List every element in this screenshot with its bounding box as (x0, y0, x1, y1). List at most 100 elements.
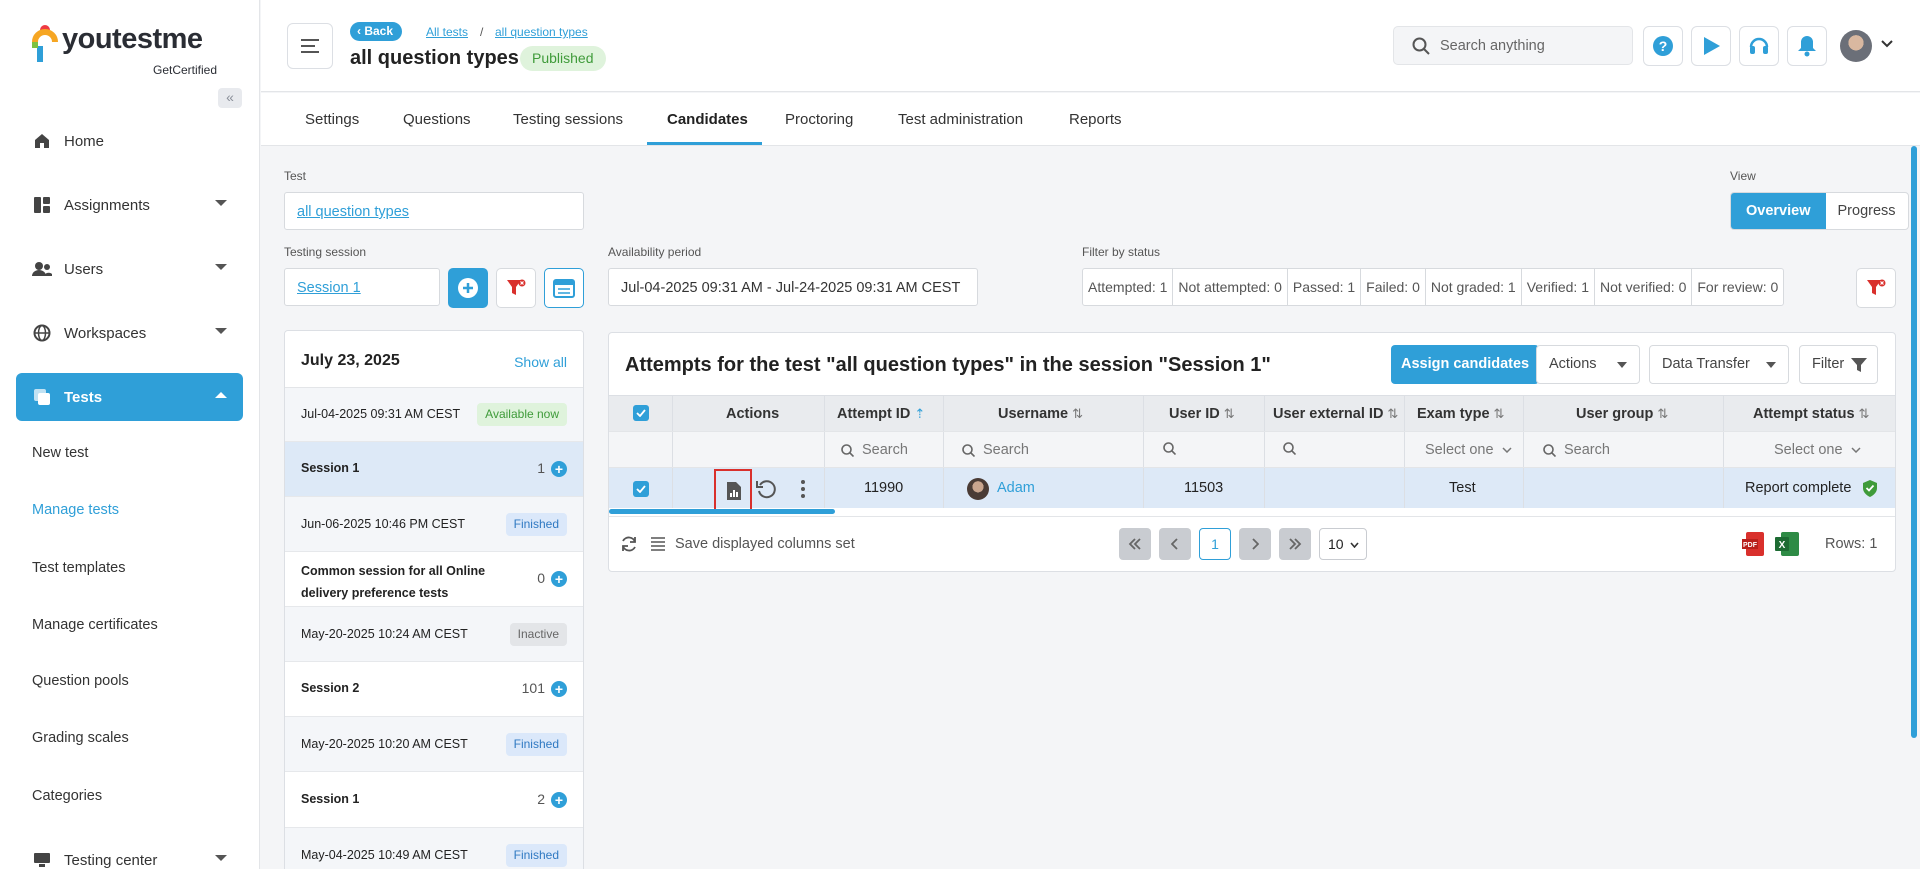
page-size-select[interactable]: 10 (1319, 528, 1367, 560)
breadcrumb-current[interactable]: all question types (495, 25, 588, 39)
session-item[interactable]: Session 1 1 + (285, 442, 583, 497)
view-overview-button[interactable]: Overview (1731, 193, 1826, 229)
more-options-icon[interactable] (800, 479, 806, 499)
clear-status-filter-button[interactable] (1856, 268, 1896, 308)
reset-icon[interactable] (755, 478, 777, 500)
actions-dropdown[interactable]: Actions (1536, 345, 1640, 384)
add-candidate-icon[interactable]: + (551, 792, 567, 808)
current-page-button[interactable]: 1 (1199, 528, 1231, 560)
tab-test-administration[interactable]: Test administration (898, 111, 1023, 128)
select-all-checkbox[interactable] (633, 405, 649, 421)
global-search-input[interactable]: Search anything (1393, 26, 1633, 65)
column-username[interactable]: Username ⇅ (998, 406, 1083, 422)
refresh-icon[interactable] (620, 535, 638, 553)
vertical-scrollbar[interactable] (1911, 146, 1917, 738)
exam-type-select[interactable]: Select one (1425, 442, 1520, 458)
attempt-id-search[interactable]: Search (841, 442, 908, 458)
sidebar-subitem-grading-scales[interactable]: Grading scales (32, 730, 129, 746)
add-candidate-icon[interactable]: + (551, 461, 567, 477)
cell-username-link[interactable]: Adam (997, 480, 1035, 496)
testing-session-value[interactable]: Session 1 (297, 280, 361, 296)
show-all-link[interactable]: Show all (514, 354, 567, 370)
notifications-button[interactable] (1787, 26, 1827, 66)
test-field[interactable]: all question types (284, 192, 584, 230)
last-page-button[interactable] (1279, 528, 1311, 560)
sidebar-item-users[interactable]: Users (16, 245, 243, 293)
report-button-highlight[interactable] (714, 469, 752, 513)
chevron-down-icon[interactable] (1881, 40, 1893, 48)
excel-export-icon[interactable]: X (1774, 531, 1800, 557)
horizontal-scrollbar[interactable] (609, 509, 835, 514)
username-search[interactable]: Search (962, 442, 1029, 458)
sidebar-item-tests[interactable]: Tests (16, 373, 243, 421)
column-attempt-status[interactable]: Attempt status ⇅ (1753, 406, 1869, 422)
user-external-id-search[interactable] (1283, 442, 1304, 455)
column-user-external-id[interactable]: User external ID ⇅ (1273, 406, 1398, 422)
column-attempt-id[interactable]: Attempt ID ⇡ (837, 406, 925, 422)
sidebar-item-workspaces[interactable]: Workspaces (16, 309, 243, 357)
status-filter-for-review[interactable]: For review: 0 (1692, 269, 1783, 305)
status-filter-not-attempted[interactable]: Not attempted: 0 (1173, 269, 1288, 305)
sidebar-subitem-manage-tests[interactable]: Manage tests (32, 502, 119, 518)
view-progress-button[interactable]: Progress (1826, 193, 1908, 229)
tab-settings[interactable]: Settings (305, 111, 359, 128)
columns-list-icon[interactable] (651, 537, 665, 551)
add-session-button[interactable] (448, 268, 488, 308)
row-checkbox[interactable] (633, 481, 649, 497)
next-page-button[interactable] (1239, 528, 1271, 560)
sidebar-subitem-categories[interactable]: Categories (32, 788, 102, 804)
status-filter-attempted[interactable]: Attempted: 1 (1083, 269, 1174, 305)
tab-candidates[interactable]: Candidates (667, 111, 748, 128)
back-button[interactable]: ‹ Back (350, 22, 403, 41)
sidebar-item-home[interactable]: Home (16, 117, 243, 165)
collapse-sidebar-button[interactable]: « (218, 88, 242, 108)
attempt-status-select[interactable]: Select one (1774, 442, 1869, 458)
pdf-export-icon[interactable]: PDF (1741, 531, 1767, 557)
menu-toggle-button[interactable] (287, 23, 333, 69)
sidebar-item-testing-center[interactable]: Testing center (16, 836, 243, 869)
add-candidate-icon[interactable]: + (551, 681, 567, 697)
session-item[interactable]: Session 2 101 + (285, 662, 583, 717)
status-filter-not-graded[interactable]: Not graded: 1 (1426, 269, 1522, 305)
session-item[interactable]: Common session for all Online delivery p… (285, 552, 583, 607)
column-user-id[interactable]: User ID ⇅ (1169, 406, 1235, 422)
breadcrumb-all-tests[interactable]: All tests (426, 25, 468, 39)
testing-session-field[interactable]: Session 1 (284, 268, 440, 306)
sidebar-subitem-new-test[interactable]: New test (32, 445, 88, 461)
status-filter-failed[interactable]: Failed: 0 (1361, 269, 1426, 305)
table-row[interactable]: 11990 Adam 11503 Test Report complete (609, 467, 1895, 513)
column-exam-type[interactable]: Exam type ⇅ (1417, 406, 1504, 422)
save-columns-link[interactable]: Save displayed columns set (675, 536, 855, 552)
add-candidate-icon[interactable]: + (551, 571, 567, 587)
tab-proctoring[interactable]: Proctoring (785, 111, 853, 128)
sidebar-item-assignments[interactable]: Assignments (16, 181, 243, 229)
globe-icon (32, 323, 52, 343)
user-avatar[interactable] (1840, 30, 1872, 62)
first-page-button[interactable] (1119, 528, 1151, 560)
status-filter-passed[interactable]: Passed: 1 (1288, 269, 1362, 305)
status-filter-verified[interactable]: Verified: 1 (1522, 269, 1595, 305)
user-id-search[interactable] (1163, 442, 1184, 455)
sidebar-subitem-manage-certificates[interactable]: Manage certificates (32, 617, 158, 633)
sidebar-subitem-test-templates[interactable]: Test templates (32, 560, 126, 576)
tab-questions[interactable]: Questions (403, 111, 471, 128)
session-item[interactable]: Session 1 2 + (285, 772, 583, 828)
filter-button[interactable]: Filter (1799, 345, 1878, 384)
assign-candidates-button[interactable]: Assign candidates (1391, 345, 1540, 384)
calendar-button[interactable] (544, 268, 584, 308)
test-field-value[interactable]: all question types (297, 204, 409, 220)
column-user-group[interactable]: User group ⇅ (1576, 406, 1668, 422)
play-button[interactable] (1691, 26, 1731, 66)
logo-subtitle: GetCertified (153, 63, 218, 77)
status-filter-not-verified[interactable]: Not verified: 0 (1595, 269, 1693, 305)
data-transfer-dropdown[interactable]: Data Transfer (1649, 345, 1789, 384)
sidebar-subitem-question-pools[interactable]: Question pools (32, 673, 129, 689)
user-group-search[interactable]: Search (1543, 442, 1610, 458)
chevron-down-icon (1617, 362, 1627, 368)
support-button[interactable] (1739, 26, 1779, 66)
tab-reports[interactable]: Reports (1069, 111, 1122, 128)
tab-testing-sessions[interactable]: Testing sessions (513, 111, 623, 128)
previous-page-button[interactable] (1159, 528, 1191, 560)
clear-filter-button[interactable] (496, 268, 536, 308)
help-button[interactable]: ? (1643, 26, 1683, 66)
